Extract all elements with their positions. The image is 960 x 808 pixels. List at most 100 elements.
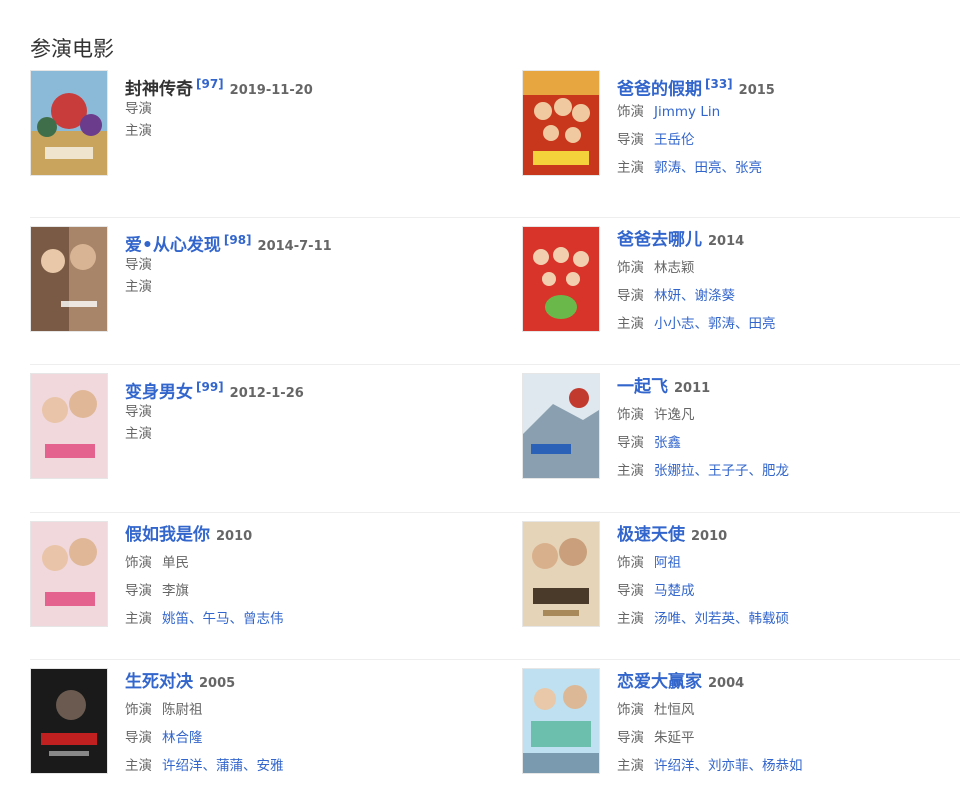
film-poster[interactable]: [522, 70, 600, 176]
film-row: 封神传奇 [97] 2019-11-20 导演 主演 爸爸的假期 [33] 20…: [30, 70, 960, 218]
director-label: 导演: [617, 132, 644, 148]
release-date: 2004: [708, 676, 745, 691]
actors-links[interactable]: 小小志、郭涛、田亮: [654, 316, 776, 332]
role-row: 饰演 林志颖: [617, 254, 957, 282]
role-link[interactable]: Jimmy Lin: [654, 104, 720, 120]
role-row: 饰演 阿祖: [617, 549, 957, 577]
film-card: 爸爸去哪儿 2014 饰演 林志颖 导演 林妍、谢涤葵 主演 小小志、郭涛、田亮: [522, 225, 960, 336]
role-link[interactable]: 阿祖: [654, 555, 681, 571]
film-poster[interactable]: [30, 668, 108, 774]
actors-label: 主演: [125, 610, 152, 627]
actors-label: 主演: [617, 160, 644, 176]
role-value: 杜恒风: [654, 702, 695, 718]
film-card: 生死对决 2005 饰演 陈尉祖 导演 林合隆 主演 许绍洋、蒲蒲、安雅: [30, 668, 470, 778]
film-title[interactable]: 极速天使: [617, 525, 685, 545]
actors-links[interactable]: 郭涛、田亮、张亮: [654, 160, 762, 176]
film-card: 假如我是你 2010 饰演 单民 导演 李旗 主演 姚笛、午马、曾志伟: [30, 520, 470, 631]
role-value: 陈尉祖: [162, 702, 203, 718]
actors-label: 主演: [125, 426, 152, 442]
film-row: 假如我是你 2010 饰演 单民 导演 李旗 主演 姚笛、午马、曾志伟 极速天使 2: [30, 513, 960, 660]
release-date: 2011: [674, 381, 711, 396]
actors-links[interactable]: 许绍洋、刘亦菲、杨恭如: [654, 758, 803, 774]
release-date: 2014: [708, 233, 745, 249]
actors-label: 主演: [617, 463, 644, 479]
director-row: 导演: [125, 254, 465, 276]
film-poster[interactable]: [522, 520, 600, 627]
film-title: 封神传奇: [125, 79, 193, 100]
actors-row: 主演 郭涛、田亮、张亮: [617, 154, 957, 182]
film-poster[interactable]: [30, 70, 108, 176]
citation-link[interactable]: [97]: [196, 77, 224, 91]
director-row: 导演 马楚成: [617, 577, 957, 605]
film-title[interactable]: 变身男女: [125, 382, 193, 402]
director-link[interactable]: 林妍、谢涤葵: [654, 288, 735, 304]
actors-links[interactable]: 姚笛、午马、曾志伟: [162, 611, 284, 627]
director-label: 导演: [125, 730, 152, 746]
role-value: 许逸凡: [654, 407, 695, 423]
role-label: 饰演: [617, 104, 644, 120]
director-label: 导演: [125, 256, 152, 273]
citation-link[interactable]: [98]: [224, 233, 252, 247]
actors-label: 主演: [125, 278, 152, 295]
actors-label: 主演: [617, 315, 644, 332]
film-poster[interactable]: [30, 225, 108, 332]
actors-links[interactable]: 张娜拉、王子子、肥龙: [654, 463, 789, 479]
citation-link[interactable]: [33]: [705, 77, 733, 91]
director-row: 导演: [125, 401, 465, 423]
film-title[interactable]: 假如我是你: [125, 525, 210, 545]
film-title[interactable]: 爸爸去哪儿: [617, 230, 702, 250]
actors-links[interactable]: 许绍洋、蒲蒲、安雅: [162, 758, 284, 774]
director-row: 导演 林合隆: [125, 724, 465, 752]
role-row: 饰演 杜恒风: [617, 696, 957, 724]
film-title[interactable]: 爱•从心发现: [125, 235, 221, 255]
film-card: 恋爱大赢家 2004 饰演 杜恒风 导演 朱延平 主演 许绍洋、刘亦菲、杨恭如: [522, 668, 960, 778]
director-label: 导演: [125, 404, 152, 420]
role-label: 饰演: [125, 554, 152, 571]
role-label: 饰演: [617, 554, 644, 571]
director-link[interactable]: 王岳伦: [654, 132, 695, 148]
film-title[interactable]: 恋爱大赢家: [617, 672, 702, 692]
director-link[interactable]: 林合隆: [162, 730, 203, 746]
film-card: 一起飞 2011 饰演 许逸凡 导演 张鑫 主演 张娜拉、王子子、肥龙: [522, 373, 960, 483]
actors-label: 主演: [617, 758, 644, 774]
role-row: 饰演 Jimmy Lin: [617, 98, 957, 126]
actors-row: 主演 许绍洋、蒲蒲、安雅: [125, 752, 465, 780]
actors-row: 主演: [125, 423, 465, 445]
release-date: 2010: [691, 528, 728, 544]
role-value: 林志颖: [654, 259, 695, 276]
director-value: 李旗: [162, 582, 189, 599]
role-label: 饰演: [617, 702, 644, 718]
director-value: 朱延平: [654, 730, 695, 746]
actors-row: 主演 张娜拉、王子子、肥龙: [617, 457, 957, 485]
film-poster[interactable]: [30, 373, 108, 479]
film-poster[interactable]: [30, 520, 108, 627]
film-card: 极速天使 2010 饰演 阿祖 导演 马楚成 主演 汤唯、刘若英、韩载硕: [522, 520, 960, 633]
director-row: 导演 李旗: [125, 577, 465, 605]
director-label: 导演: [617, 435, 644, 451]
film-poster[interactable]: [522, 373, 600, 479]
film-poster[interactable]: [522, 225, 600, 332]
role-value: 单民: [162, 554, 189, 571]
film-title[interactable]: 生死对决: [125, 672, 193, 692]
director-label: 导演: [617, 730, 644, 746]
release-date: 2010: [216, 528, 253, 544]
actors-links[interactable]: 汤唯、刘若英、韩载硕: [654, 611, 789, 627]
release-date: 2019-11-20: [229, 83, 313, 99]
film-poster[interactable]: [522, 668, 600, 774]
director-link[interactable]: 张鑫: [654, 435, 681, 451]
actors-row: 主演 许绍洋、刘亦菲、杨恭如: [617, 752, 957, 780]
director-link[interactable]: 马楚成: [654, 583, 695, 599]
release-date: 2015: [738, 83, 775, 99]
film-title[interactable]: 一起飞: [617, 377, 668, 397]
actors-row: 主演: [125, 120, 465, 142]
film-card: 变身男女 [99] 2012-1-26 导演 主演: [30, 373, 470, 483]
director-row: 导演 王岳伦: [617, 126, 957, 154]
film-title[interactable]: 爸爸的假期: [617, 79, 702, 99]
director-row: 导演 林妍、谢涤葵: [617, 282, 957, 310]
citation-link[interactable]: [99]: [196, 380, 224, 394]
actors-label: 主演: [125, 123, 152, 139]
role-row: 饰演 单民: [125, 549, 465, 577]
actors-label: 主演: [617, 610, 644, 627]
actors-label: 主演: [125, 758, 152, 774]
actors-row: 主演 汤唯、刘若英、韩载硕: [617, 605, 957, 633]
